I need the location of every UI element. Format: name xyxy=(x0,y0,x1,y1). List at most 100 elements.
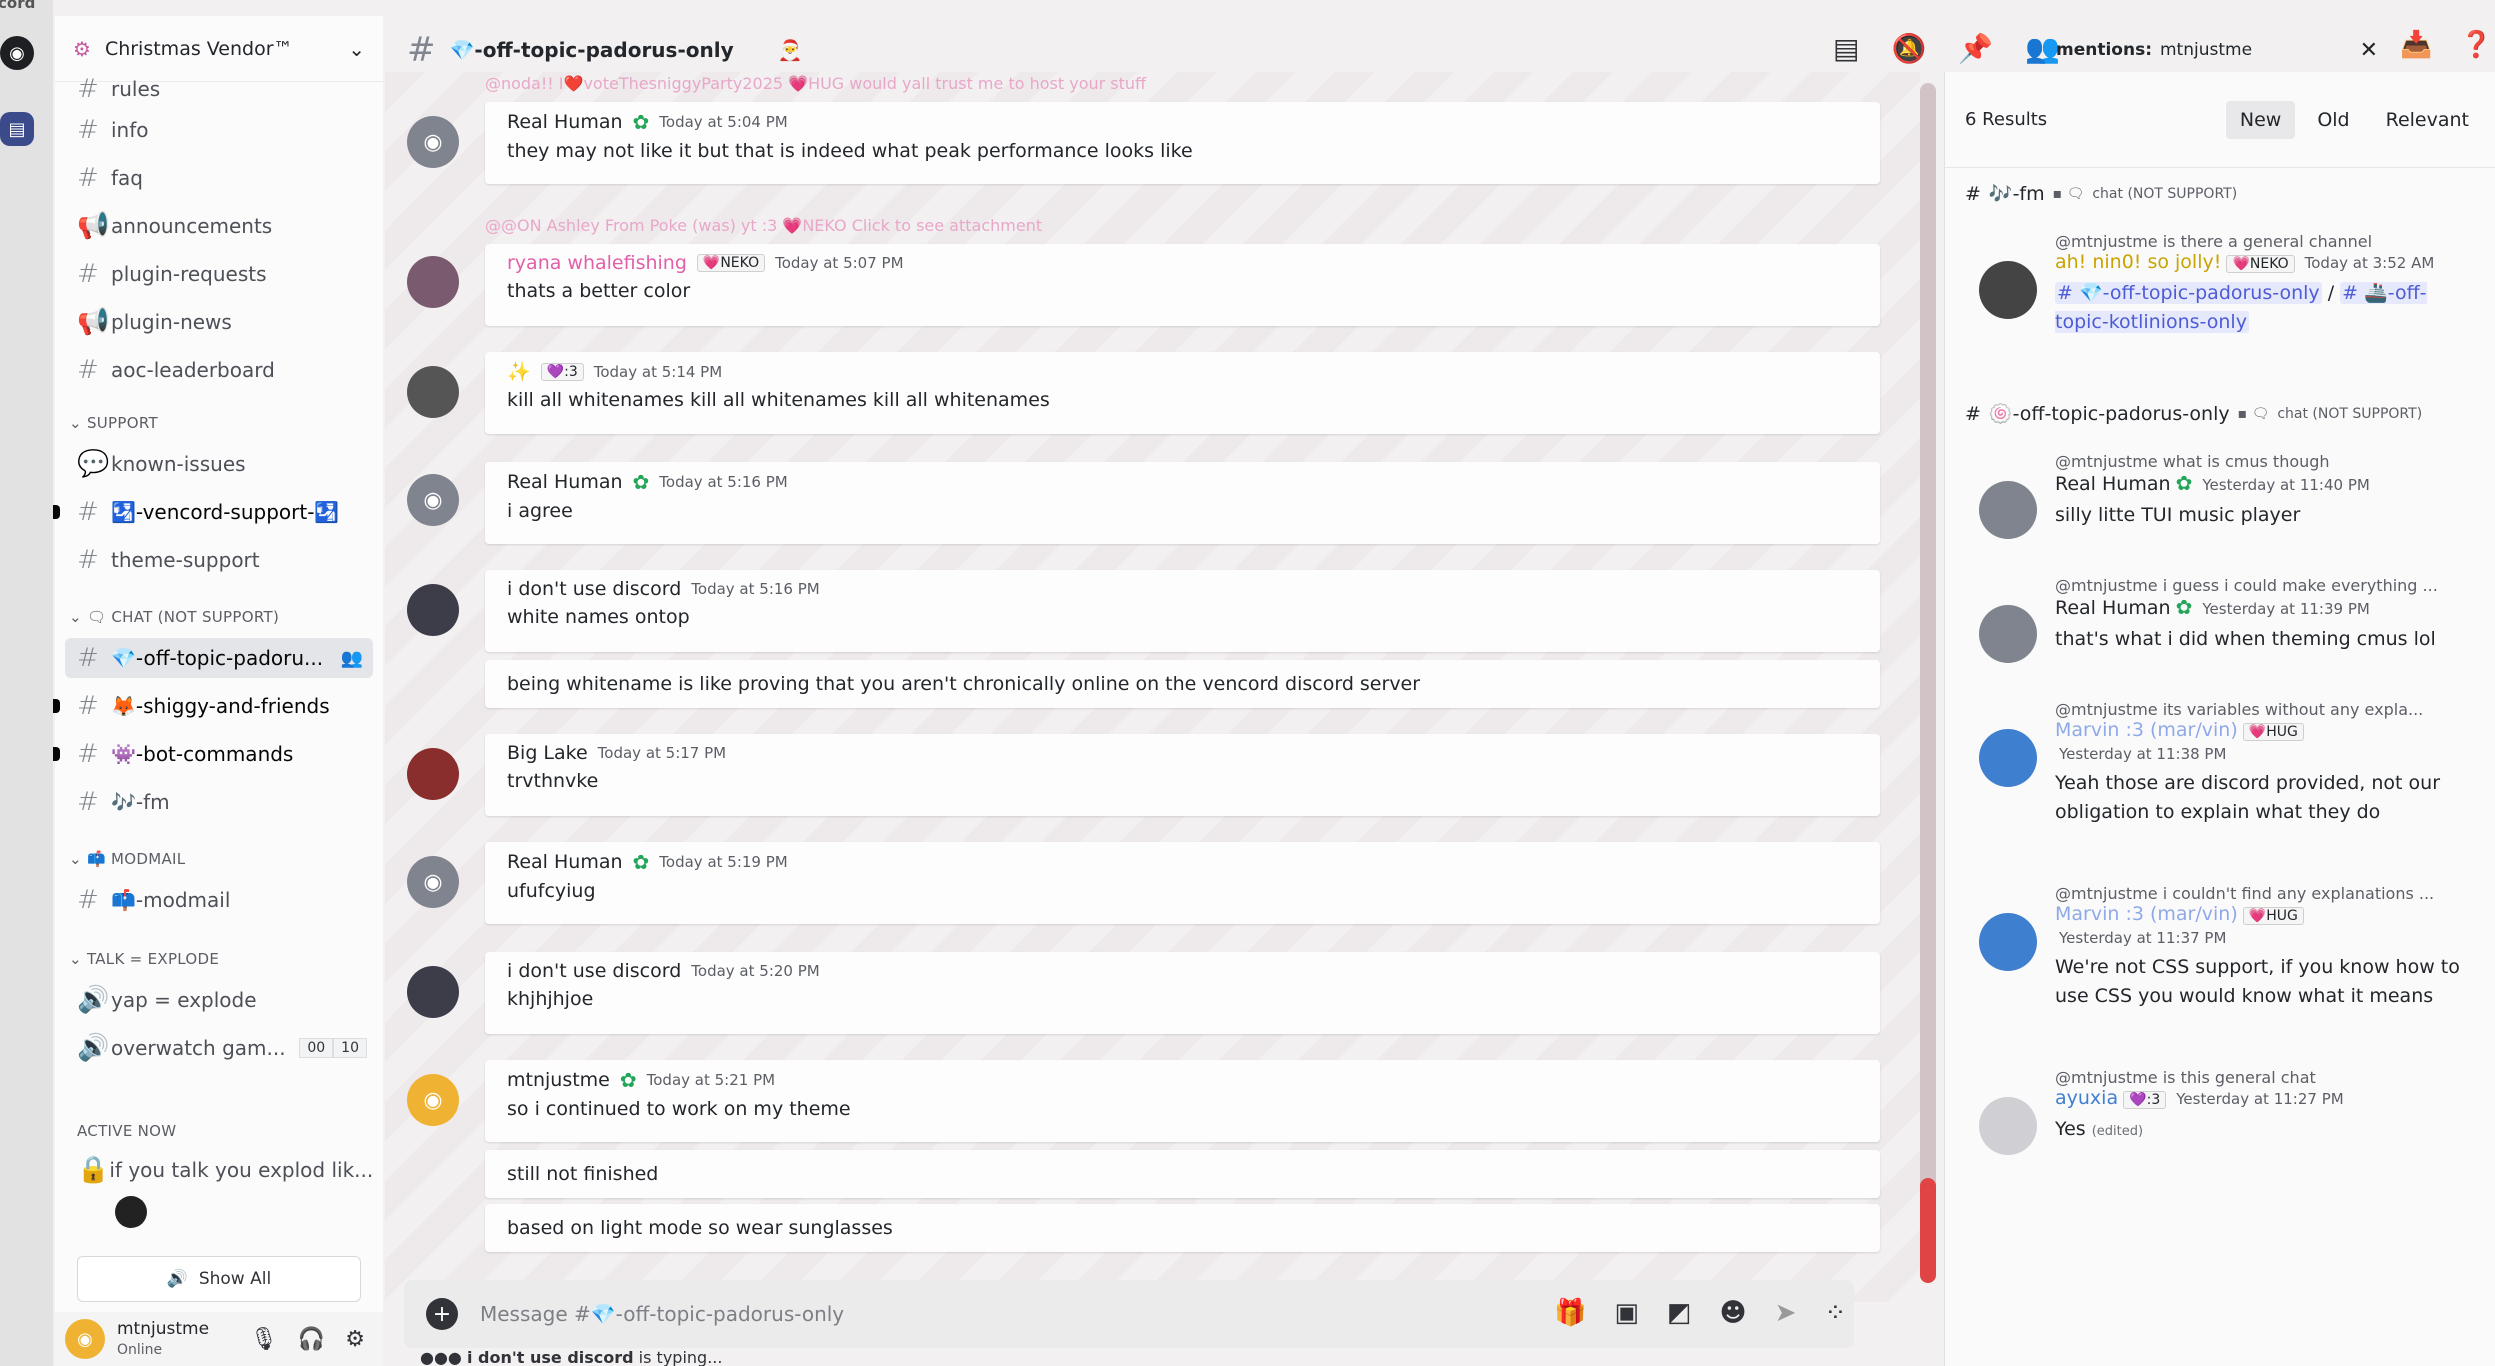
message-author[interactable]: i don't use discord xyxy=(507,578,681,600)
channel-mention[interactable]: # 💎-off-topic-padorus-only xyxy=(2055,282,2322,304)
channel-fm[interactable]: # 🎶-fm xyxy=(65,782,373,822)
reply-preview[interactable]: @@ON Ashley From Poke (was) yt :3 💗NEKO … xyxy=(485,216,1042,235)
channel-known-issues[interactable]: 💬 known-issues xyxy=(65,444,373,484)
avatar[interactable] xyxy=(1979,1097,2037,1155)
result-author[interactable]: Marvin :3 (mar/vin) xyxy=(2055,903,2238,925)
channel-modmail[interactable]: # 📫-modmail xyxy=(65,880,373,920)
channel-bot-commands[interactable]: # 👾-bot-commands xyxy=(53,734,373,774)
show-all-button[interactable]: 🔊 Show All xyxy=(77,1256,361,1302)
unread-indicator xyxy=(53,505,60,519)
message-author[interactable]: i don't use discord xyxy=(507,960,681,982)
result-author[interactable]: ah! nin0! so jolly! xyxy=(2055,251,2221,273)
category-modmail[interactable]: ⌄ 📫 MODMAIL xyxy=(69,850,185,868)
clear-search-icon[interactable]: ✕ xyxy=(2360,38,2378,63)
discord-home-icon[interactable]: ◉ xyxy=(0,36,34,70)
result-author[interactable]: Real Human xyxy=(2055,597,2171,619)
active-user-avatar[interactable] xyxy=(115,1196,147,1228)
avatar[interactable] xyxy=(407,966,459,1018)
message-author[interactable]: ryana whalefishing xyxy=(507,252,687,274)
gift-icon[interactable]: 🎁 xyxy=(1554,1298,1586,1328)
avatar[interactable] xyxy=(1979,261,2037,319)
avatar[interactable] xyxy=(1979,729,2037,787)
search-input[interactable]: mtnjustme xyxy=(2160,40,2252,60)
avatar[interactable] xyxy=(1979,913,2037,971)
message-author[interactable]: Real Human xyxy=(507,111,623,133)
sort-new[interactable]: New xyxy=(2225,100,2296,139)
voice-channel-yap[interactable]: 🔊 yap = explode xyxy=(65,980,373,1020)
message-author[interactable]: mtnjustme xyxy=(507,1069,610,1091)
sort-relevant[interactable]: Relevant xyxy=(2372,101,2483,139)
result-author[interactable]: Real Human xyxy=(2055,473,2171,495)
send-icon[interactable]: ➤ xyxy=(1775,1298,1797,1328)
settings-gear-icon[interactable]: ⚙ xyxy=(345,1327,365,1352)
search-bar[interactable]: mentions: mtnjustme ✕ xyxy=(2052,28,2388,72)
emoji-icon[interactable]: ☻ xyxy=(1720,1298,1747,1328)
avatar[interactable]: ◉ xyxy=(407,1074,459,1126)
message-author[interactable]: Big Lake xyxy=(507,742,588,764)
avatar[interactable] xyxy=(407,748,459,800)
category-talk-explode[interactable]: ⌄ TALK = EXPLODE xyxy=(69,950,219,968)
search-result[interactable]: @mtnjustme is there a general channel ah… xyxy=(1979,232,2479,336)
typing-text: is typing... xyxy=(633,1348,723,1366)
avatar[interactable] xyxy=(407,366,459,418)
inbox-icon[interactable]: 📥 xyxy=(2400,30,2432,60)
avatar[interactable] xyxy=(407,584,459,636)
guild-header[interactable]: ⚙ Christmas Vendor™ ⌄ xyxy=(55,16,383,82)
result-author[interactable]: Marvin :3 (mar/vin) xyxy=(2055,719,2238,741)
channel-theme-support[interactable]: # theme-support xyxy=(65,540,373,580)
avatar[interactable] xyxy=(407,256,459,308)
gif-icon[interactable]: ▣ xyxy=(1614,1298,1639,1328)
user-avatar[interactable]: ◉ xyxy=(65,1319,105,1359)
channel-shiggy-and-friends[interactable]: # 🦊-shiggy-and-friends xyxy=(53,686,373,726)
sticker-icon[interactable]: ◩ xyxy=(1667,1298,1692,1328)
pinned-messages-icon[interactable]: 📌 xyxy=(1958,32,1993,65)
message-input[interactable]: Message #💎-off-topic-padorus-only xyxy=(480,1302,844,1326)
result-content: We're not CSS support, if you know how t… xyxy=(2055,956,2460,1007)
avatar[interactable]: ◉ xyxy=(407,856,459,908)
channel-faq[interactable]: # faq xyxy=(65,158,373,198)
add-attachment-icon[interactable]: + xyxy=(426,1298,458,1330)
avatar[interactable]: ◉ xyxy=(407,474,459,526)
user-info[interactable]: mtnjustme Online xyxy=(117,1319,209,1358)
result-channel-header[interactable]: # 🍥-off-topic-padorus-only ▪ 🗨 chat (NOT SU… xyxy=(1965,402,2422,426)
channel-off-topic-padorus-only[interactable]: # 💎-off-topic-padoru... 👥 xyxy=(65,638,373,678)
avatar[interactable]: ◉ xyxy=(407,116,459,168)
help-icon[interactable]: ❓ xyxy=(2460,30,2492,60)
search-result[interactable]: @mtnjustme what is cmus though Real Huma… xyxy=(1979,452,2479,539)
reply-preview[interactable]: @noda!! I❤️voteThesniggyParty2025 💗HUG w… xyxy=(485,74,1146,93)
channel-aoc-leaderboard[interactable]: # aoc-leaderboard xyxy=(65,350,373,390)
threads-icon[interactable]: ▤ xyxy=(1833,32,1859,65)
add-member-icon[interactable]: 👥 xyxy=(341,648,363,669)
search-result[interactable]: @mtnjustme i couldn't find any explanati… xyxy=(1979,884,2479,1010)
apps-icon[interactable]: ⁘ xyxy=(1824,1298,1846,1328)
active-now-channel[interactable]: 🔒 if you talk you explod lik... xyxy=(65,1150,373,1190)
channel-rules[interactable]: # rules xyxy=(65,78,373,100)
edited-label: (edited) xyxy=(2091,1124,2144,1139)
channel-plugin-news[interactable]: 📢 plugin-news xyxy=(65,302,373,342)
scrollbar-thumb[interactable] xyxy=(1920,1178,1936,1283)
voice-channel-overwatch[interactable]: 🔊 overwatch gam... 00 10 xyxy=(65,1028,373,1068)
search-result[interactable]: @mtnjustme its variables without any exp… xyxy=(1979,700,2479,826)
category-support[interactable]: ⌄ SUPPORT xyxy=(69,414,158,432)
channel-label: plugin-requests xyxy=(111,262,267,286)
sort-old[interactable]: Old xyxy=(2303,101,2363,139)
message-author[interactable]: Real Human xyxy=(507,471,623,493)
message-author[interactable]: ✨ xyxy=(507,360,531,383)
channel-plugin-requests[interactable]: # plugin-requests xyxy=(65,254,373,294)
notification-mute-icon[interactable]: 🔕 xyxy=(1891,32,1926,65)
avatar[interactable] xyxy=(1979,605,2037,663)
headphones-icon[interactable]: 🎧 xyxy=(298,1327,325,1352)
search-result[interactable]: @mtnjustme is this general chat ayuxia 💜… xyxy=(1979,1068,2479,1155)
avatar[interactable] xyxy=(1979,481,2037,539)
microphone-icon[interactable]: 🎙 xyxy=(250,1327,278,1352)
result-channel-header[interactable]: # 🎶-fm ▪ 🗨 chat (NOT SUPPORT) xyxy=(1965,182,2237,206)
chat-scrollbar[interactable] xyxy=(1920,83,1936,1283)
category-chat[interactable]: ⌄ 🗨 CHAT (NOT SUPPORT) xyxy=(69,608,279,626)
channel-announcements[interactable]: 📢 announcements xyxy=(65,206,373,246)
server-icon[interactable]: ▤ xyxy=(0,112,34,146)
channel-info[interactable]: # info xyxy=(65,110,373,150)
search-result[interactable]: @mtnjustme i guess i could make everythi… xyxy=(1979,576,2479,663)
message-author[interactable]: Real Human xyxy=(507,851,623,873)
result-author[interactable]: ayuxia xyxy=(2055,1087,2118,1109)
channel-vencord-support[interactable]: # 🛂-vencord-support-🛂 xyxy=(53,492,373,532)
